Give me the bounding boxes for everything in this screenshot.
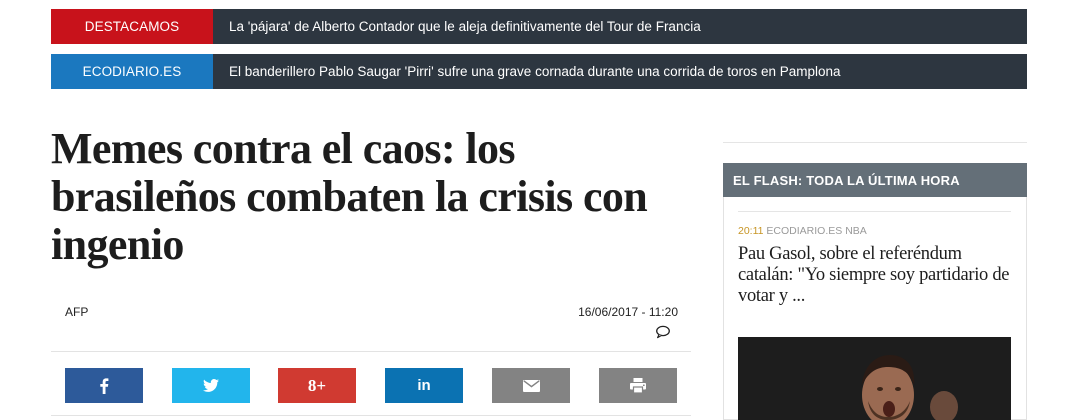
divider xyxy=(51,415,691,416)
flash-item-time: 20:11 xyxy=(738,225,764,237)
flash-widget-header: EL FLASH: TODA LA ÚLTIMA HORA xyxy=(723,163,1027,197)
share-linkedin-button[interactable]: in xyxy=(385,368,463,403)
share-twitter-button[interactable] xyxy=(172,368,250,403)
share-googleplus-button[interactable]: 8+ xyxy=(278,368,356,403)
flash-item-meta: 20:11 ECODIARIO.ES NBA xyxy=(738,225,867,237)
google-plus-icon: 8+ xyxy=(307,375,327,395)
ticker-label[interactable]: ECODIARIO.ES xyxy=(51,54,213,89)
article-title-line: ingenio xyxy=(51,220,184,269)
flash-item-title-link[interactable]: Pau Gasol, sobre el referéndum catalán: … xyxy=(738,244,1018,307)
flash-item-source[interactable]: ECODIARIO.ES xyxy=(766,225,842,237)
divider xyxy=(738,211,1011,212)
share-facebook-button[interactable] xyxy=(65,368,143,403)
flash-item-category[interactable]: NBA xyxy=(845,225,867,237)
divider xyxy=(51,351,691,352)
mail-icon xyxy=(522,379,540,392)
ticker-label[interactable]: DESTACAMOS xyxy=(51,9,213,44)
player-photo-illustration xyxy=(738,337,1011,420)
twitter-icon xyxy=(203,379,219,392)
article-title: Memes contra el caos: los brasileños com… xyxy=(51,125,691,269)
article-title-line: brasileños combaten la crisis con xyxy=(51,172,648,221)
share-email-button[interactable] xyxy=(492,368,570,403)
share-print-button[interactable] xyxy=(599,368,677,403)
ticker-headline-link[interactable]: El banderillero Pablo Saugar 'Pirri' suf… xyxy=(213,64,841,79)
flash-item-photo[interactable] xyxy=(738,337,1011,420)
linkedin-icon: in xyxy=(417,377,431,394)
ticker-ecodiario[interactable]: ECODIARIO.ES El banderillero Pablo Sauga… xyxy=(51,54,1027,89)
article-title-line: Memes contra el caos: los xyxy=(51,124,516,173)
article-date: 16/06/2017 - 11:20 xyxy=(578,305,678,319)
comment-icon[interactable] xyxy=(655,325,671,339)
ticker-destacamos[interactable]: DESTACAMOS La 'pájara' de Alberto Contad… xyxy=(51,9,1027,44)
facebook-icon xyxy=(100,377,109,394)
divider xyxy=(723,142,1027,143)
ticker-headline-link[interactable]: La 'pájara' de Alberto Contador que le a… xyxy=(213,19,701,34)
print-icon xyxy=(630,378,646,393)
article-author: AFP xyxy=(65,305,89,319)
